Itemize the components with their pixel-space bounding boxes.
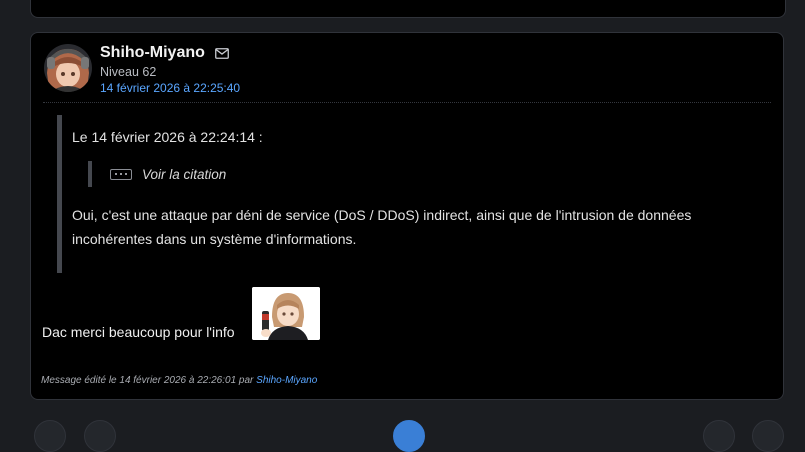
- nav-button-prev[interactable]: [84, 420, 116, 452]
- forum-post: Shiho-Miyano Niveau 62 14 février 2026 à…: [30, 32, 784, 400]
- nav-button-next[interactable]: [703, 420, 735, 452]
- previous-post-card: [30, 0, 786, 18]
- quote-body: Oui, c'est une attaque par déni de servi…: [72, 207, 692, 247]
- blockquote: Le 14 février 2026 à 22:24:14 : Voir la …: [57, 115, 757, 273]
- nav-button-current[interactable]: [393, 420, 425, 452]
- post-author[interactable]: Shiho-Miyano: [100, 44, 229, 62]
- header-divider: [43, 102, 771, 103]
- sticker-image: [252, 287, 320, 340]
- more-dots-icon[interactable]: [110, 168, 132, 180]
- edit-note-text: Message édité le 14 février 2026 à 22:26…: [41, 375, 254, 386]
- author-name[interactable]: Shiho-Miyano: [100, 44, 205, 62]
- nested-quote[interactable]: Voir la citation: [88, 161, 226, 187]
- quote-header: Le 14 février 2026 à 22:24:14 :: [72, 129, 263, 145]
- author-level: Niveau 62: [100, 65, 157, 79]
- nav-button-last[interactable]: [752, 420, 784, 452]
- nav-button-first[interactable]: [34, 420, 66, 452]
- view-quote-link[interactable]: Voir la citation: [142, 167, 226, 182]
- post-date-link[interactable]: 14 février 2026 à 22:25:40: [100, 81, 240, 95]
- pagination-bar: [0, 410, 805, 452]
- edit-note: Message édité le 14 février 2026 à 22:26…: [41, 375, 317, 386]
- edit-author-link[interactable]: Shiho-Miyano: [256, 375, 317, 386]
- avatar[interactable]: [43, 43, 93, 93]
- post-message: Dac merci beaucoup pour l'info: [42, 324, 235, 340]
- mail-icon[interactable]: [214, 47, 229, 59]
